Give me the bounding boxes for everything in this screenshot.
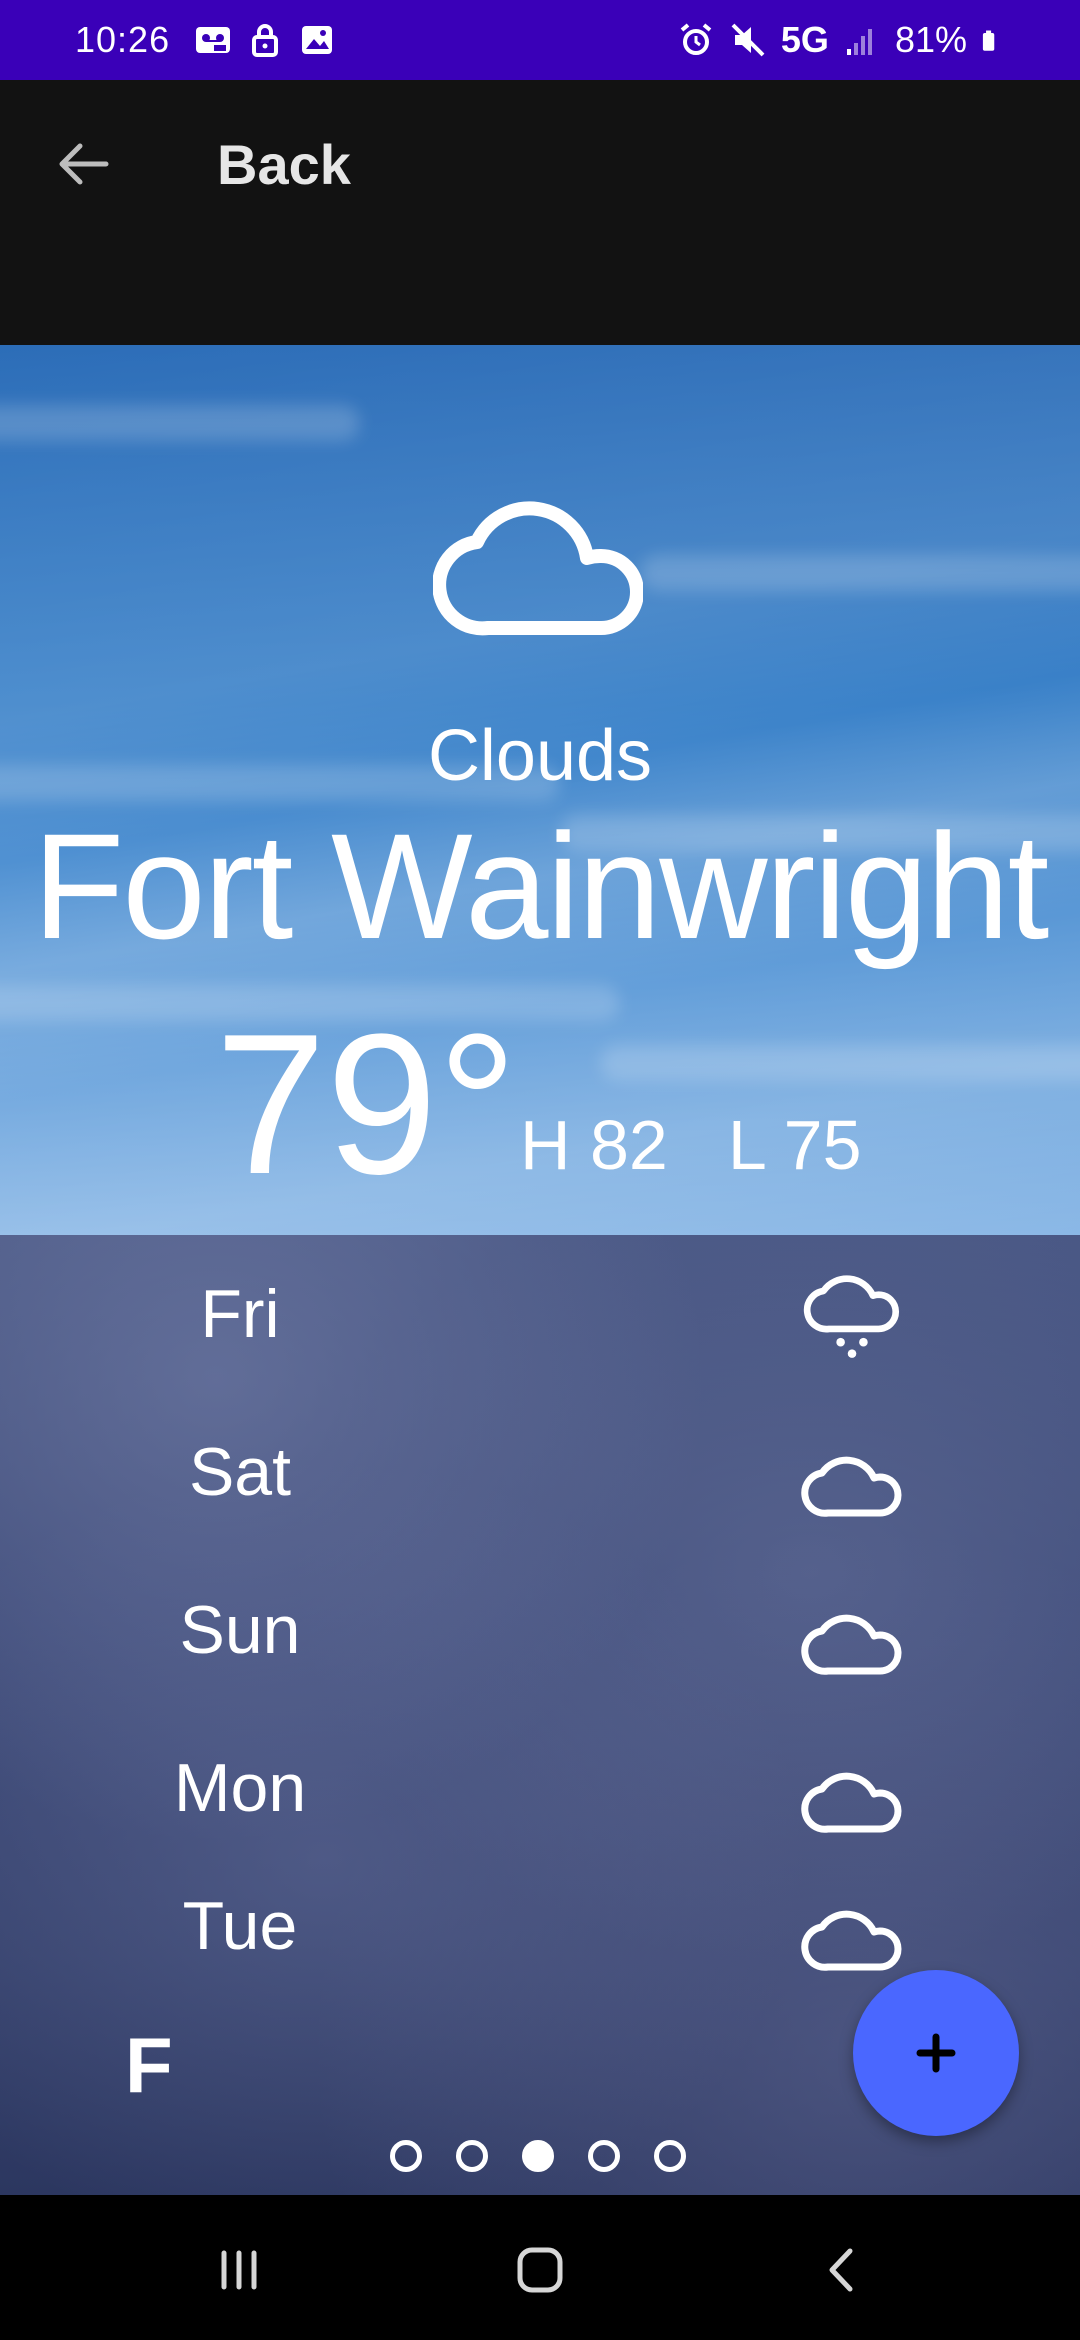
add-location-button[interactable] <box>853 1970 1019 2136</box>
forecast-day: Sun <box>179 1592 301 1668</box>
cloud-icon <box>433 501 643 636</box>
back-label[interactable]: Back <box>217 132 351 197</box>
forecast-row: Sun <box>0 1591 1080 1711</box>
forecast-day: Sat <box>188 1434 292 1510</box>
status-bar: 10:26 5G 81% <box>0 0 1080 80</box>
page-dot[interactable] <box>654 2140 686 2172</box>
image-icon <box>302 26 333 54</box>
forecast-row: Fri <box>0 1275 1080 1395</box>
alarm-icon <box>680 23 712 55</box>
signal-icon <box>846 29 872 55</box>
home-icon[interactable] <box>505 2235 575 2305</box>
cloud-icon <box>801 1772 902 1833</box>
forecast-day: Fri <box>200 1276 280 1352</box>
forecast-day: Tue <box>182 1888 298 1964</box>
battery-icon <box>982 30 995 51</box>
forecast-day: Mon <box>173 1750 307 1826</box>
forecast-row: Sat <box>0 1433 1080 1553</box>
forecast-row: Mon <box>0 1749 1080 1869</box>
high-low: H 82 L 75 <box>520 1105 862 1185</box>
weather-condition: Clouds <box>427 716 653 796</box>
weather-screen: 10:26 5G 81% Back Clouds Fort Wainwright… <box>0 0 1080 2340</box>
page-indicator <box>390 2140 686 2172</box>
cloud-icon <box>801 1910 902 1971</box>
status-time: 10:26 <box>75 19 171 60</box>
battery-percent: 81% <box>894 19 967 60</box>
page-dot-active[interactable] <box>522 2140 554 2172</box>
cloud-icon <box>801 1456 902 1517</box>
rain-cloud-icon <box>803 1275 900 1358</box>
app-bar: Back <box>0 80 1080 345</box>
network-type: 5G <box>780 19 829 60</box>
current-weather-panel: Clouds Fort Wainwright 79° H 82 L 75 <box>0 345 1080 1235</box>
mute-icon <box>731 23 765 57</box>
plus-icon <box>916 2033 956 2073</box>
recent-apps-icon[interactable] <box>204 2235 274 2305</box>
unit-toggle[interactable]: F <box>125 2020 173 2111</box>
page-dot[interactable] <box>390 2140 422 2172</box>
city-name: Fort Wainwright <box>32 802 1050 970</box>
page-dot[interactable] <box>588 2140 620 2172</box>
voicemail-icon <box>196 27 231 53</box>
back-icon[interactable] <box>808 2235 878 2305</box>
page-dot[interactable] <box>456 2140 488 2172</box>
system-nav-bar <box>0 2195 1080 2340</box>
current-temperature: 79° <box>215 993 518 1216</box>
back-arrow-icon[interactable] <box>50 130 118 198</box>
high-temp: H 82 <box>520 1106 668 1184</box>
cloud-icon <box>801 1614 902 1675</box>
lock-icon <box>252 24 279 57</box>
low-temp: L 75 <box>727 1106 862 1184</box>
